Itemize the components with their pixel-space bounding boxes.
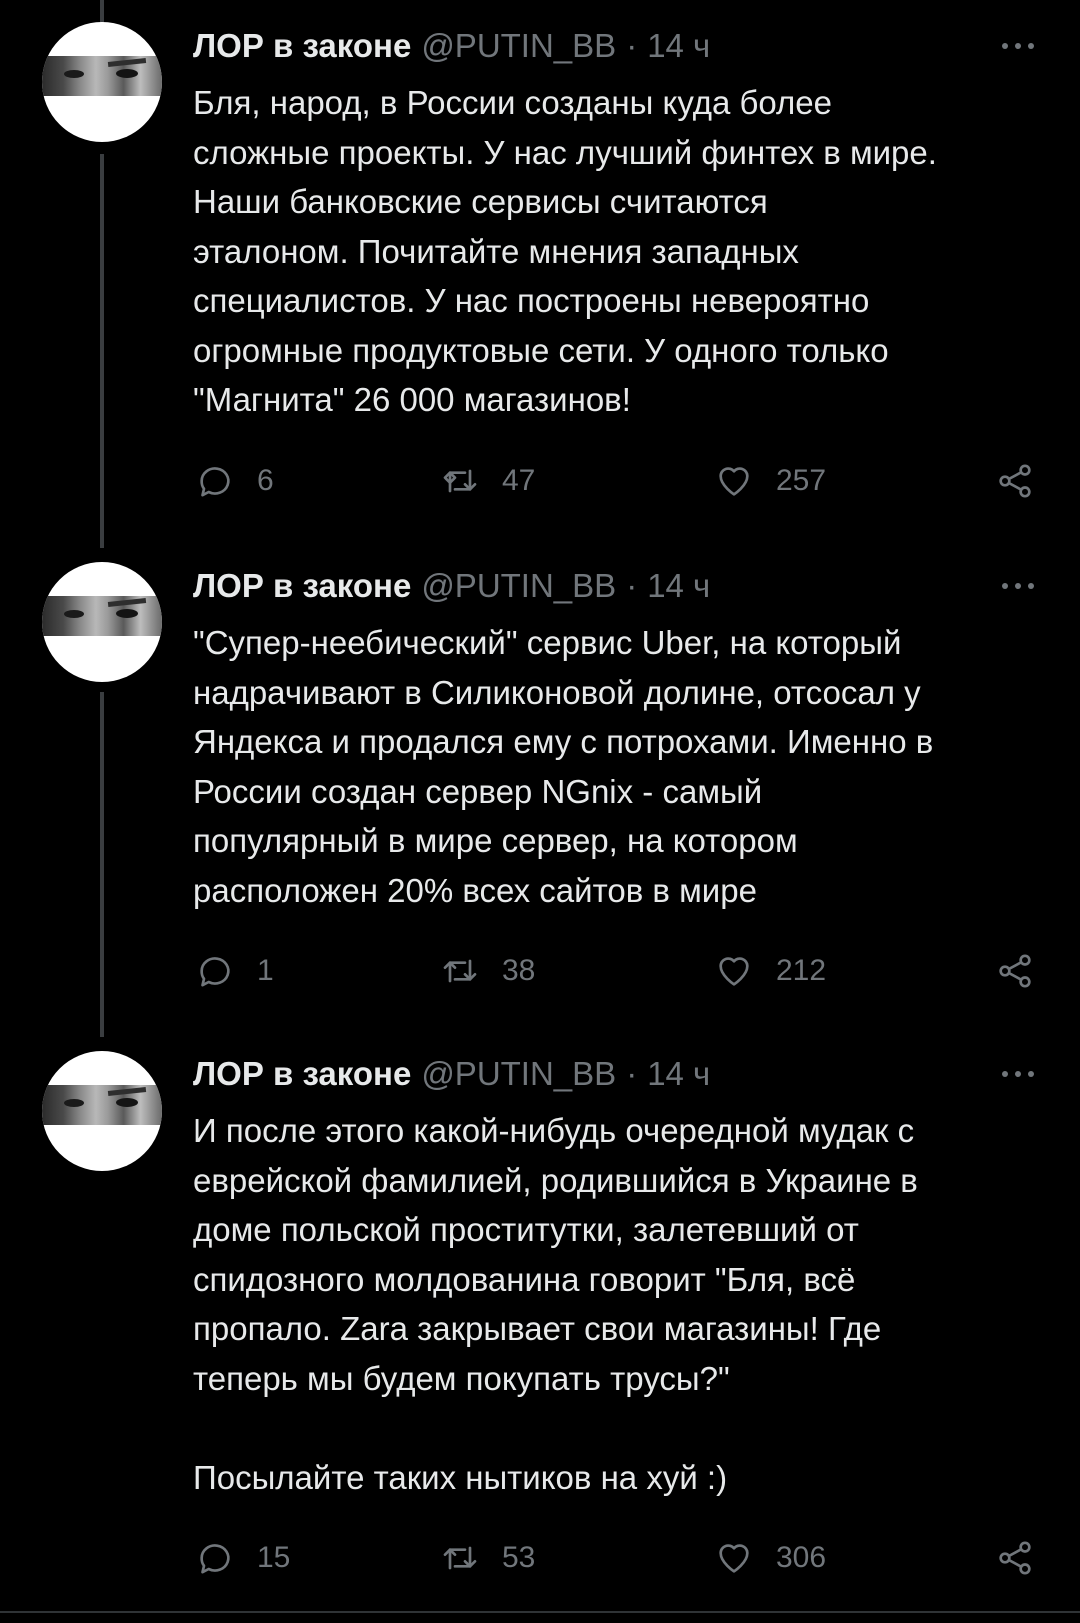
heart-icon <box>719 467 749 496</box>
author-handle[interactable]: @PUTIN_BB <box>421 1055 616 1093</box>
author-name[interactable]: ЛОР в законе <box>193 27 411 65</box>
like-button[interactable]: 257 <box>714 457 826 505</box>
timestamp[interactable]: 14 ч <box>647 27 710 65</box>
separator-dot: · <box>626 1055 638 1092</box>
divider <box>0 1611 1080 1613</box>
more-dots-icon[interactable] <box>998 576 1038 596</box>
tweet-actions: 15 53 306 <box>0 1534 1080 1582</box>
retweet-count: 53 <box>502 1541 536 1574</box>
retweet-arrows-icon <box>443 1546 477 1570</box>
avatar[interactable] <box>42 562 162 682</box>
avatar[interactable] <box>42 22 162 142</box>
tweet-text: Бля, народ, в России созданы куда более … <box>193 84 937 418</box>
speech-bubble-icon <box>200 467 230 497</box>
tweet-text: "Супер-неебический" сервис Uber, на кото… <box>193 624 934 909</box>
share-nodes-icon <box>999 464 1031 498</box>
avatar[interactable] <box>42 1051 162 1171</box>
tweet-header: ЛОР в законе @PUTIN_BB · 14 ч <box>193 1052 710 1096</box>
speech-bubble-icon <box>200 957 230 987</box>
separator-dot: · <box>626 27 638 64</box>
tweet-actions: 6 47 257 <box>0 457 1080 505</box>
speech-bubble-icon <box>200 1544 230 1574</box>
tweet-text: И после этого какой-нибудь очередной муд… <box>193 1112 918 1496</box>
share-nodes-icon <box>999 1541 1031 1575</box>
reply-button[interactable]: 6 <box>195 457 274 505</box>
timestamp[interactable]: 14 ч <box>647 567 710 605</box>
retweet-count: 38 <box>502 954 536 987</box>
reply-count: 15 <box>257 1541 291 1574</box>
reply-count: 1 <box>257 954 274 987</box>
more-dots-icon[interactable] <box>998 36 1038 56</box>
share-nodes-icon <box>999 954 1031 988</box>
like-count: 257 <box>776 464 827 497</box>
heart-icon <box>719 957 749 986</box>
heart-icon <box>719 1544 749 1573</box>
share-button[interactable] <box>995 457 1035 505</box>
tweet-header: ЛОР в законе @PUTIN_BB · 14 ч <box>193 564 710 608</box>
timestamp[interactable]: 14 ч <box>647 1055 710 1093</box>
retweet-button[interactable]: 38 <box>440 947 535 995</box>
tweet-actions: 1 38 212 <box>0 947 1080 995</box>
author-handle[interactable]: @PUTIN_BB <box>421 27 616 65</box>
retweet-arrows-icon <box>443 469 477 493</box>
reply-button[interactable]: 15 <box>195 1534 290 1582</box>
tweet-header: ЛОР в законе @PUTIN_BB · 14 ч <box>193 24 710 68</box>
share-button[interactable] <box>995 947 1035 995</box>
retweet-button[interactable]: 53 <box>440 1534 535 1582</box>
like-button[interactable]: 212 <box>714 947 826 995</box>
retweet-count: 47 <box>502 464 536 497</box>
like-count: 306 <box>776 1541 827 1574</box>
more-dots-icon[interactable] <box>998 1064 1038 1084</box>
like-button[interactable]: 306 <box>714 1534 826 1582</box>
reply-button[interactable]: 1 <box>195 947 274 995</box>
retweet-arrows-icon <box>443 959 477 983</box>
separator-dot: · <box>626 567 638 604</box>
author-name[interactable]: ЛОР в законе <box>193 1055 411 1093</box>
reply-count: 6 <box>257 464 274 497</box>
retweet-button[interactable]: 47 <box>440 457 535 505</box>
author-name[interactable]: ЛОР в законе <box>193 567 411 605</box>
share-button[interactable] <box>995 1534 1035 1582</box>
like-count: 212 <box>776 954 827 987</box>
author-handle[interactable]: @PUTIN_BB <box>421 567 616 605</box>
